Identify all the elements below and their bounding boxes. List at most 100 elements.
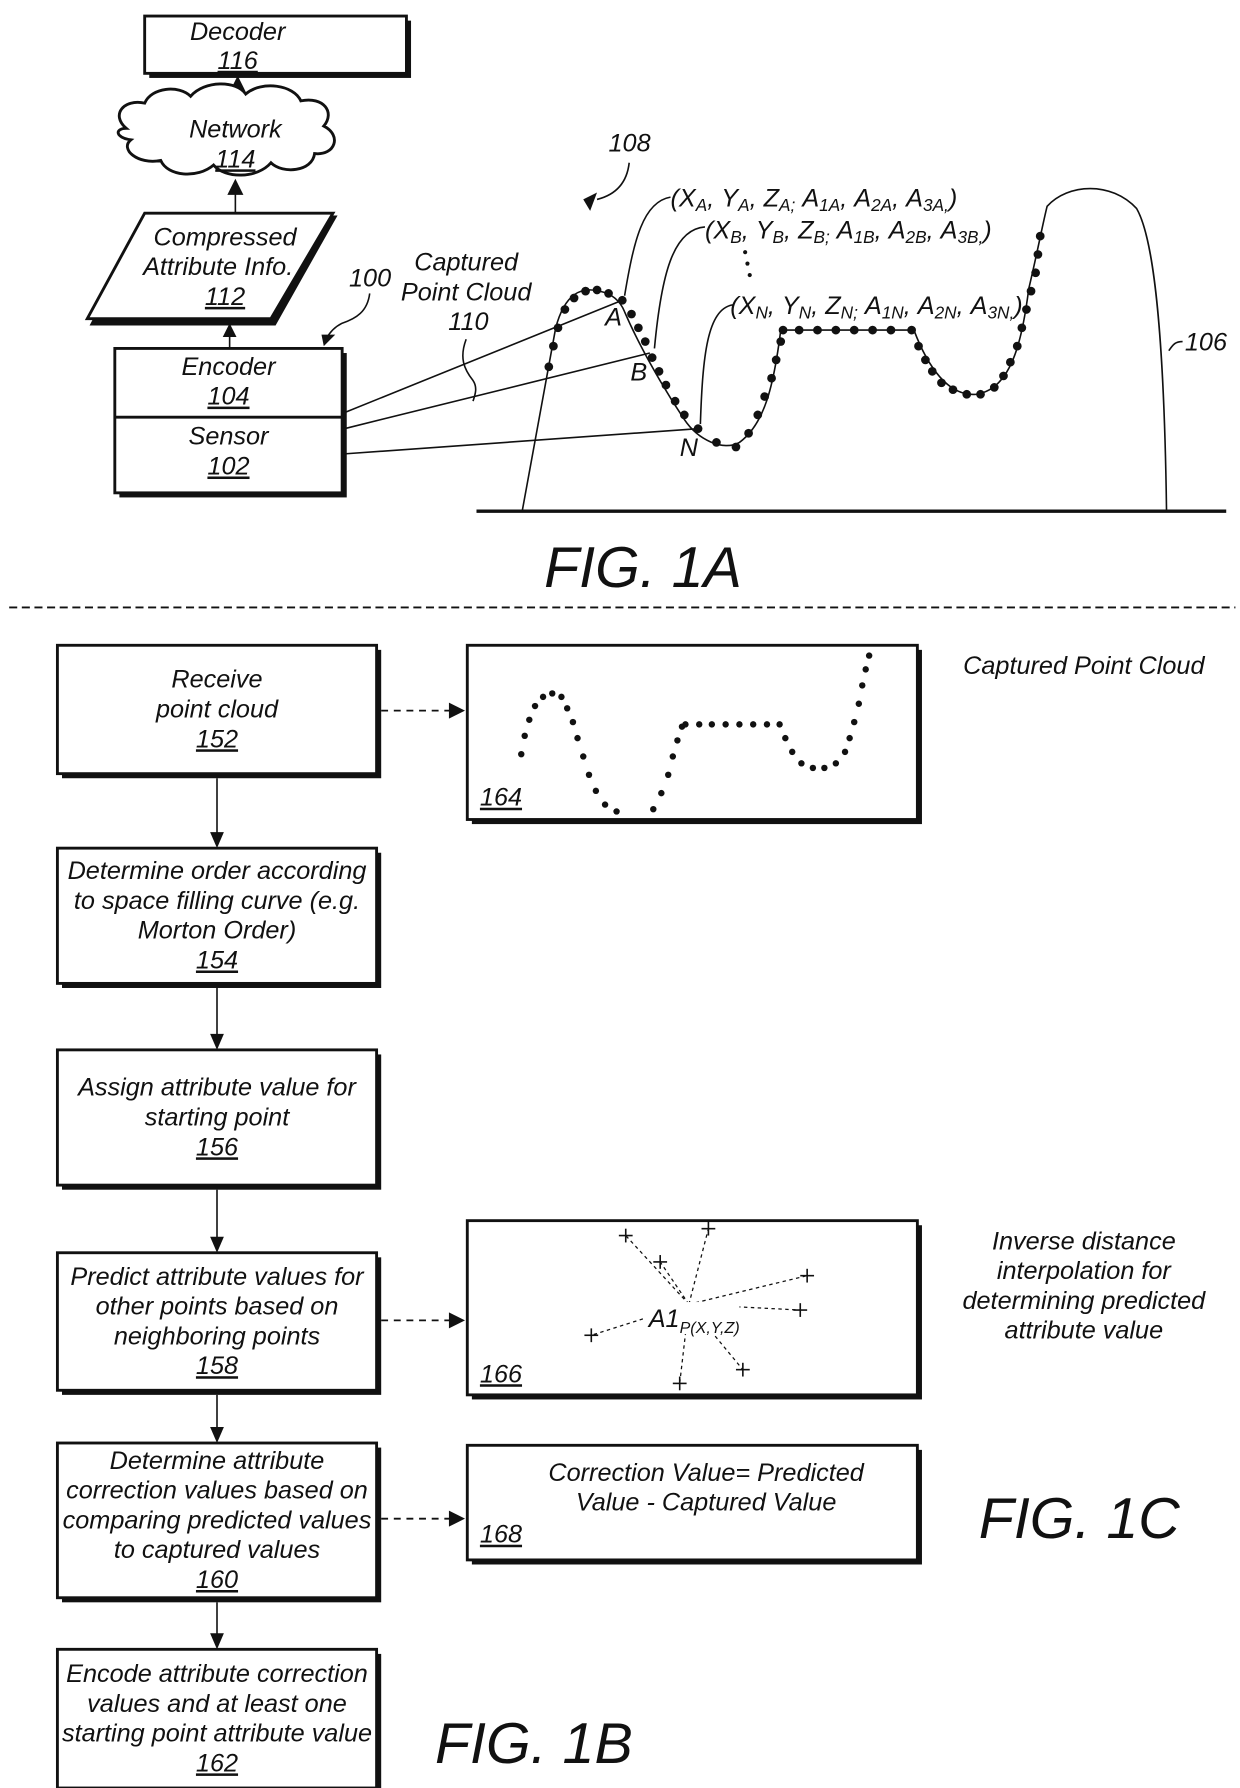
decoder-label: Decoder	[190, 18, 287, 46]
captured-point	[658, 789, 665, 797]
system-leader-arrow	[321, 334, 336, 347]
flow-step-ref: 154	[196, 947, 238, 975]
captured-point	[696, 721, 703, 728]
captured-point	[821, 764, 828, 772]
network-cloud: Network 114	[116, 82, 336, 177]
panel-168-ref: 168	[480, 1521, 522, 1549]
flow-step-ref: 160	[196, 1566, 238, 1594]
point-cloud-point	[634, 323, 643, 333]
point-cloud-point	[670, 396, 680, 406]
captured-point	[539, 693, 547, 701]
captured-point-cloud-side-label: Captured Point Cloud	[963, 652, 1205, 680]
panel-inverse-distance: A1P(X,Y,Z) 166	[465, 1219, 922, 1400]
point-cloud-point	[627, 309, 636, 319]
captured-point	[574, 734, 581, 742]
captured-point	[722, 721, 729, 728]
sensor-ref: 102	[207, 453, 249, 481]
point-cloud-point	[767, 373, 776, 383]
point-cloud-point	[1035, 231, 1045, 241]
captured-point	[832, 760, 840, 767]
captured-point	[846, 734, 853, 742]
system-leader-line	[325, 293, 371, 340]
flow-step-162: Encode attribute correctionvalues and at…	[55, 1647, 382, 1788]
point-cloud-point	[712, 438, 721, 447]
tuple-b-leader	[653, 226, 706, 349]
flow-step-text: correction values based on	[66, 1477, 368, 1505]
point-cloud-point	[989, 383, 999, 392]
sensor-label: Sensor	[188, 423, 270, 451]
dashed-connector	[381, 1312, 465, 1329]
captured-leader-line	[462, 338, 477, 402]
captured-label-line2: Point Cloud	[401, 278, 532, 306]
panel-correction-value: Correction Value= Predicted Value - Capt…	[465, 1443, 922, 1565]
captured-point	[789, 748, 796, 756]
captured-point	[749, 721, 757, 728]
captured-point	[563, 705, 571, 712]
flow-step-154: Determine order accordingto space fillin…	[55, 846, 382, 988]
flow-step-ref: 162	[196, 1749, 238, 1777]
point-cloud-point	[999, 371, 1008, 381]
point-cloud-point	[1031, 268, 1040, 278]
point-cloud-point	[1012, 341, 1022, 351]
system-ref: 100	[349, 265, 391, 293]
scene-leader-arrow	[583, 192, 598, 211]
flow-arrow	[210, 778, 224, 849]
captured-label-line1: Captured	[414, 249, 519, 277]
side-label-line: determining predicted	[962, 1287, 1206, 1315]
object-ref: 106	[1185, 329, 1228, 357]
captured-point	[682, 721, 689, 728]
compressed-attribute-info: Compressed Attribute Info. 112	[84, 211, 338, 326]
captured-point	[669, 753, 677, 760]
flow-step-text: Encode attribute correction	[66, 1660, 368, 1688]
point-cloud-point	[849, 325, 859, 335]
captured-point	[592, 787, 600, 795]
point-cloud-point	[753, 410, 763, 420]
point-cloud-point	[569, 293, 579, 303]
flow-arrow	[210, 987, 224, 1050]
side-label-line: interpolation for	[997, 1257, 1173, 1285]
captured-point	[763, 721, 771, 728]
captured-point	[569, 718, 577, 726]
captured-point	[862, 666, 869, 673]
flow-arrow	[210, 1602, 224, 1650]
point-cloud-point	[914, 341, 923, 351]
point-label-n: N	[680, 434, 699, 462]
point-cloud-point	[549, 341, 558, 351]
point-cloud-point	[927, 366, 937, 376]
point-cloud-point	[813, 325, 822, 335]
point-cloud-point	[553, 323, 563, 333]
captured-point	[855, 700, 863, 707]
flow-step-text: comparing predicted values	[63, 1506, 372, 1534]
point-cloud-point	[760, 392, 770, 401]
arrow-compressed-to-network	[227, 178, 244, 216]
side-label-line: Inverse distance	[992, 1227, 1176, 1255]
tuple-n: (XN, YN, ZN; A1N, A2N, A3N,)	[730, 292, 1022, 323]
point-label-b: B	[630, 359, 647, 387]
correction-formula-line2: Value - Captured Value	[576, 1489, 837, 1517]
flow-step-160: Determine attributecorrection values bas…	[55, 1441, 382, 1603]
point-cloud-point	[592, 285, 602, 295]
flow-step-text: Determine order according	[68, 857, 367, 885]
captured-point	[585, 771, 593, 779]
flow-step-text: starting point attribute value	[62, 1720, 372, 1748]
captured-point	[601, 801, 609, 808]
flow-step-text: Predict attribute values for	[70, 1263, 365, 1291]
point-cloud-point	[962, 389, 972, 399]
flow-step-158: Predict attribute values forother points…	[55, 1251, 382, 1395]
point-label-a: A	[603, 304, 622, 332]
point-cloud-point	[886, 325, 896, 335]
point-cloud-point	[640, 337, 650, 346]
captured-point	[798, 760, 805, 767]
point-cloud-point	[693, 424, 703, 434]
panel-captured-point-cloud: 164	[465, 643, 922, 825]
flow-step-156: Assign attribute value forstarting point…	[55, 1048, 382, 1190]
object-leader-line	[1168, 340, 1183, 352]
point-cloud-point	[937, 378, 946, 388]
captured-point	[859, 682, 866, 689]
side-label-line: attribute value	[1005, 1317, 1164, 1345]
point-cloud-point	[907, 325, 916, 335]
flow-step-text: other points based on	[96, 1293, 339, 1321]
flow-step-152: Receivepoint cloud152	[55, 643, 382, 779]
point-cloud-point	[661, 380, 671, 390]
captured-point	[782, 734, 789, 742]
